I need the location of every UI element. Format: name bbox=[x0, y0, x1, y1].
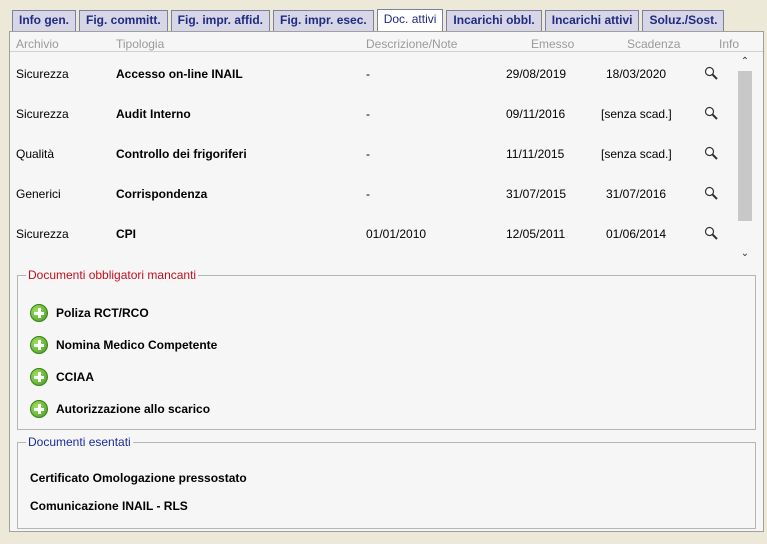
header-descrizione: Descrizione/Note bbox=[366, 37, 458, 51]
exempt-item: Comunicazione INAIL - RLS bbox=[30, 499, 188, 513]
scroll-up-icon[interactable]: ⌃ bbox=[737, 55, 753, 69]
cell-archivio: Qualità bbox=[16, 147, 55, 161]
cell-scadenza: 31/07/2016 bbox=[606, 187, 667, 201]
tab-incarichi-obbl[interactable]: Incarichi obbl. bbox=[446, 10, 542, 31]
cell-emesso: 12/05/2011 bbox=[506, 227, 566, 241]
cell-archivio: Generici bbox=[16, 187, 61, 201]
magnifier-icon[interactable] bbox=[704, 186, 718, 200]
header-scadenza: Scadenza bbox=[627, 37, 681, 51]
tab-fig-impr-esec[interactable]: Fig. impr. esec. bbox=[273, 10, 374, 31]
add-circle-icon[interactable] bbox=[30, 336, 48, 354]
missing-item[interactable]: CCIAA bbox=[30, 367, 94, 387]
missing-item-label: CCIAA bbox=[56, 370, 94, 384]
header-emesso: Emesso bbox=[531, 37, 575, 51]
cell-scadenza: 01/06/2014 bbox=[606, 227, 667, 241]
tab-info-gen[interactable]: Info gen. bbox=[12, 10, 76, 31]
missing-item-label: Poliza RCT/RCO bbox=[56, 306, 149, 320]
exempt-documents-legend: Documenti esentati bbox=[28, 435, 131, 449]
tab-fig-impr-affid[interactable]: Fig. impr. affid. bbox=[170, 10, 271, 31]
table-row[interactable]: Sicurezza Accesso on-line INAIL - 29/08/… bbox=[10, 53, 736, 93]
scroll-down-icon[interactable]: ⌄ bbox=[737, 247, 753, 261]
cell-descrizione: - bbox=[366, 187, 370, 201]
cell-emesso: 29/08/2019 bbox=[506, 67, 567, 81]
magnifier-icon[interactable] bbox=[704, 226, 718, 240]
scroll-thumb[interactable] bbox=[738, 71, 752, 221]
table-scrollbar[interactable]: ⌃ ⌄ bbox=[737, 53, 753, 259]
header-archivio: Archivio bbox=[16, 37, 59, 51]
cell-scadenza: [senza scad.] bbox=[601, 107, 672, 121]
missing-item[interactable]: Nomina Medico Competente bbox=[30, 335, 217, 355]
table-row[interactable]: Sicurezza CPI 01/01/2010 12/05/2011 01/0… bbox=[10, 213, 736, 253]
tab-fig-committ[interactable]: Fig. committ. bbox=[79, 10, 168, 31]
cell-tipologia: Controllo dei frigoriferi bbox=[116, 147, 247, 161]
cell-emesso: 09/11/2016 bbox=[506, 107, 566, 121]
table-row[interactable]: Generici Corrispondenza - 31/07/2015 31/… bbox=[10, 173, 736, 213]
magnifier-icon[interactable] bbox=[704, 146, 718, 160]
magnifier-icon[interactable] bbox=[704, 106, 718, 120]
cell-descrizione: - bbox=[366, 67, 370, 81]
table-header: Archivio Tipologia Descrizione/Note Emes… bbox=[10, 32, 763, 52]
cell-descrizione: - bbox=[366, 147, 370, 161]
cell-descrizione: 01/01/2010 bbox=[366, 227, 427, 241]
tab-incarichi-attivi[interactable]: Incarichi attivi bbox=[544, 10, 640, 31]
missing-documents-group: Documenti obbligatori mancanti Poliza RC… bbox=[17, 268, 756, 430]
cell-archivio: Sicurezza bbox=[16, 107, 69, 121]
table-row[interactable]: Qualità Controllo dei frigoriferi - 11/1… bbox=[10, 133, 736, 173]
missing-documents-legend: Documenti obbligatori mancanti bbox=[28, 268, 197, 282]
missing-item[interactable]: Poliza RCT/RCO bbox=[30, 303, 149, 323]
add-circle-icon[interactable] bbox=[30, 400, 48, 418]
exempt-documents-group: Documenti esentati Certificato Omologazi… bbox=[17, 435, 756, 529]
cell-tipologia: Accesso on-line INAIL bbox=[116, 67, 243, 81]
tab-bar: Info gen. Fig. committ. Fig. impr. affid… bbox=[12, 9, 725, 31]
magnifier-icon[interactable] bbox=[704, 66, 718, 80]
exempt-item: Certificato Omologazione pressostato bbox=[30, 471, 247, 485]
missing-item[interactable]: Autorizzazione allo scarico bbox=[30, 399, 210, 419]
add-circle-icon[interactable] bbox=[30, 304, 48, 322]
tab-doc-attivi[interactable]: Doc. attivi bbox=[376, 9, 444, 31]
cell-emesso: 31/07/2015 bbox=[506, 187, 567, 201]
missing-item-label: Autorizzazione allo scarico bbox=[56, 402, 211, 416]
cell-tipologia: Corrispondenza bbox=[116, 187, 208, 201]
cell-descrizione: - bbox=[366, 107, 370, 121]
add-circle-icon[interactable] bbox=[30, 368, 48, 386]
cell-tipologia: CPI bbox=[116, 227, 137, 241]
tab-soluz-sost[interactable]: Soluz./Sost. bbox=[642, 10, 725, 31]
cell-archivio: Sicurezza bbox=[16, 227, 69, 241]
cell-emesso: 11/11/2015 bbox=[506, 147, 565, 161]
cell-scadenza: [senza scad.] bbox=[601, 147, 672, 161]
cell-tipologia: Audit Interno bbox=[116, 107, 191, 121]
cell-scadenza: 18/03/2020 bbox=[606, 67, 667, 81]
cell-archivio: Sicurezza bbox=[16, 67, 69, 81]
header-tipologia: Tipologia bbox=[116, 37, 165, 51]
missing-item-label: Nomina Medico Competente bbox=[56, 338, 218, 352]
table-row[interactable]: Sicurezza Audit Interno - 09/11/2016 [se… bbox=[10, 93, 736, 133]
documents-table: Sicurezza Accesso on-line INAIL - 29/08/… bbox=[10, 53, 736, 253]
header-info: Info bbox=[719, 37, 740, 51]
doc-attivi-panel: Archivio Tipologia Descrizione/Note Emes… bbox=[9, 31, 764, 532]
